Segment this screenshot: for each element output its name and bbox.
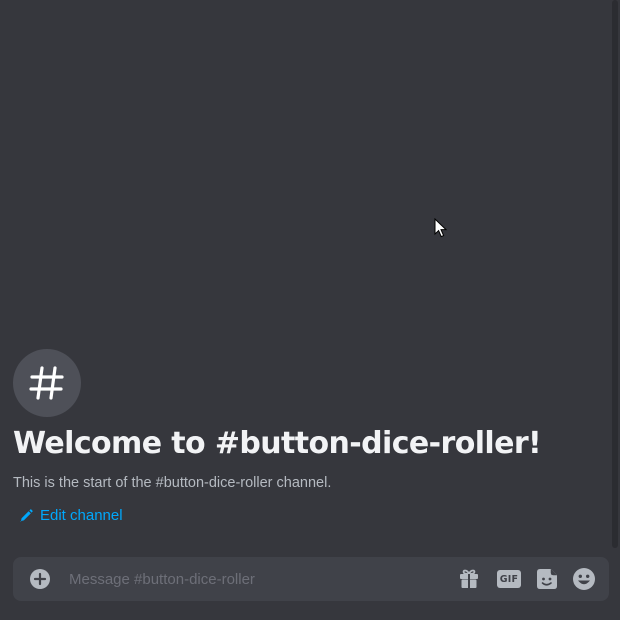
edit-channel-link[interactable]: Edit channel — [19, 506, 123, 526]
sticker-icon — [537, 569, 557, 589]
welcome-title: Welcome to #button-dice-roller! — [13, 426, 542, 461]
pencil-icon — [20, 509, 33, 522]
message-composer: GIF — [13, 557, 609, 601]
edit-channel-label: Edit channel — [40, 507, 123, 524]
gif-icon: GIF — [497, 570, 521, 588]
channel-avatar — [13, 349, 81, 417]
gif-button[interactable]: GIF — [497, 567, 521, 591]
emoji-button[interactable] — [572, 567, 596, 591]
hash-icon — [29, 366, 64, 400]
mouse-cursor-icon — [434, 218, 448, 238]
welcome-subtitle: This is the start of the #button-dice-ro… — [13, 475, 332, 491]
sticker-button[interactable] — [535, 567, 559, 591]
plus-circle-icon — [30, 569, 50, 589]
scrollbar[interactable] — [612, 0, 618, 548]
message-input[interactable] — [69, 567, 439, 591]
channel-view: Welcome to #button-dice-roller! This is … — [0, 0, 620, 620]
gift-icon — [460, 569, 478, 588]
gift-button[interactable] — [457, 567, 481, 591]
emoji-icon — [573, 568, 595, 590]
upload-button[interactable] — [30, 569, 50, 589]
